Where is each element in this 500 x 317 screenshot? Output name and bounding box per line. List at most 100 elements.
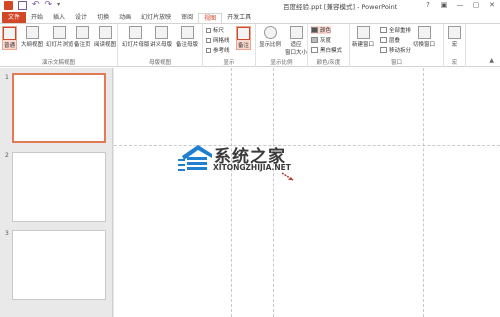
guide-line[interactable] xyxy=(231,68,232,317)
macros-icon xyxy=(448,26,461,39)
redo-icon[interactable]: ↷ xyxy=(45,1,53,10)
color-option-label: 颜色 xyxy=(320,28,332,34)
slide-master-icon xyxy=(129,26,143,39)
notes-label: 备注 xyxy=(237,43,249,49)
gridlines-checkbox[interactable]: 网格线 xyxy=(206,36,230,44)
normal-view-label: 普通 xyxy=(3,43,15,49)
notes-master-button[interactable]: 备注母版 xyxy=(176,26,198,48)
slide-thumbnail[interactable] xyxy=(12,73,106,143)
group-label-window: 窗口 xyxy=(390,60,402,66)
group-label-master-views: 母版视图 xyxy=(148,60,171,66)
black-white-swatch-icon xyxy=(311,47,318,53)
notes-page-button[interactable]: 备注页 xyxy=(74,26,91,48)
workspace: 1 2 3 系统之家 XITONGZHIJIA.NET xyxy=(0,68,500,317)
ribbon-tabs: 文件 开始 插入 设计 切换 动画 幻灯片放映 审阅 视图 开发工具 xyxy=(0,12,500,23)
slide-editor[interactable] xyxy=(114,68,500,317)
group-master-views: 幻灯片母版 讲义母版 备注母版 母版视图 xyxy=(118,24,203,67)
new-window-icon xyxy=(356,26,370,39)
tab-animations[interactable]: 动画 xyxy=(114,13,136,23)
customize-qat-icon[interactable]: ▾ xyxy=(57,1,66,10)
move-split-label: 移动拆分 xyxy=(389,48,412,54)
notes-button[interactable]: 备注 xyxy=(236,26,251,50)
group-label-presentation-views: 演示文稿视图 xyxy=(41,60,75,66)
slide-sorter-button[interactable]: 幻灯片浏览 xyxy=(46,26,74,48)
ruler-checkbox[interactable]: 标尺 xyxy=(206,26,224,34)
grayscale-option-label: 灰度 xyxy=(320,38,332,44)
group-presentation-views: 普通 大纲视图 幻灯片浏览 备注页 阅读视图 演示文稿视图 xyxy=(0,24,118,67)
guides-checkbox[interactable]: 参考线 xyxy=(206,46,230,54)
tab-slideshow[interactable]: 幻灯片放映 xyxy=(136,13,176,23)
black-white-option[interactable]: 黑白模式 xyxy=(311,46,342,54)
guide-line[interactable] xyxy=(423,68,424,317)
grayscale-swatch-icon xyxy=(311,37,318,43)
slide-number: 3 xyxy=(5,230,9,237)
arrange-all-label: 全部重排 xyxy=(389,28,412,34)
guide-line[interactable] xyxy=(273,68,274,317)
window-title: 百度经验.ppt [兼容模式] - PowerPoint xyxy=(283,3,398,11)
macros-button[interactable]: 宏 xyxy=(448,26,461,48)
group-macros: 宏 宏 xyxy=(444,24,466,67)
reading-view-button[interactable]: 阅读视图 xyxy=(94,26,116,48)
ribbon: 普通 大纲视图 幻灯片浏览 备注页 阅读视图 演示文稿视图 幻灯片母版 讲义母版 xyxy=(0,23,500,67)
cascade-icon xyxy=(380,37,387,43)
new-window-button[interactable]: 新建窗口 xyxy=(352,26,374,48)
watermark-url: XITONGZHIJIA.NET xyxy=(213,163,291,172)
close-button[interactable]: ✕ xyxy=(484,0,500,12)
slide-sorter-label: 幻灯片浏览 xyxy=(46,42,74,48)
group-label-color: 颜色/灰度 xyxy=(316,60,341,66)
new-window-label: 新建窗口 xyxy=(352,42,375,48)
group-show: 标尺 网格线 参考线 备注 显示 xyxy=(203,24,256,67)
handout-master-button[interactable]: 讲义母版 xyxy=(150,26,172,48)
outline-view-button[interactable]: 大纲视图 xyxy=(21,26,43,48)
slide-master-button[interactable]: 幻灯片母版 xyxy=(122,26,150,48)
switch-windows-button[interactable]: 切换窗口 xyxy=(413,26,435,48)
help-button[interactable]: ? xyxy=(420,0,436,12)
switch-windows-icon xyxy=(417,26,431,39)
cascade-label: 层叠 xyxy=(389,38,401,44)
grayscale-option[interactable]: 灰度 xyxy=(311,36,331,44)
normal-view-button[interactable]: 普通 xyxy=(2,26,17,50)
reading-view-label: 阅读视图 xyxy=(94,42,117,48)
maximize-button[interactable]: ▢ xyxy=(468,0,484,12)
tab-design[interactable]: 设计 xyxy=(70,13,92,23)
minimize-button[interactable]: — xyxy=(452,0,468,12)
color-option[interactable]: 颜色 xyxy=(311,26,332,34)
zoom-label: 显示比例 xyxy=(259,42,282,48)
undo-icon[interactable]: ↶ xyxy=(32,1,40,10)
slide-thumbnail-pane: 1 2 3 xyxy=(0,68,113,317)
mouse-cursor-icon xyxy=(281,172,294,181)
tab-developer[interactable]: 开发工具 xyxy=(222,13,256,23)
ruler-checkbox-box xyxy=(206,27,211,33)
powerpoint-app-icon[interactable] xyxy=(4,1,13,10)
quick-access-toolbar: ↶ ↷ ▾ xyxy=(4,1,66,10)
gridlines-checkbox-box xyxy=(206,37,211,43)
ribbon-display-button[interactable]: ▣ xyxy=(436,0,452,12)
slide-thumbnail[interactable] xyxy=(12,230,106,300)
tab-transitions[interactable]: 切换 xyxy=(92,13,114,23)
save-icon[interactable] xyxy=(18,1,27,10)
tab-home[interactable]: 开始 xyxy=(26,13,48,23)
slide-thumbnail[interactable] xyxy=(12,152,106,222)
color-swatch-icon xyxy=(311,27,318,33)
magnifier-icon xyxy=(263,26,277,39)
tab-insert[interactable]: 插入 xyxy=(48,13,70,23)
watermark: 系统之家 XITONGZHIJIA.NET xyxy=(178,138,328,180)
switch-windows-label: 切换窗口 xyxy=(413,42,436,48)
notes-master-icon xyxy=(180,26,194,39)
outline-view-icon xyxy=(25,26,39,39)
cascade-option[interactable]: 层叠 xyxy=(380,36,400,44)
notes-icon xyxy=(237,27,250,40)
tab-view[interactable]: 视图 xyxy=(198,13,223,23)
tab-file[interactable]: 文件 xyxy=(2,12,27,23)
fit-to-window-button[interactable]: 适应 窗口大小 xyxy=(285,26,307,56)
group-label-zoom: 显示比例 xyxy=(270,60,293,66)
slide-master-label: 幻灯片母版 xyxy=(122,42,150,48)
arrange-all-option[interactable]: 全部重排 xyxy=(380,26,411,34)
zoom-button[interactable]: 显示比例 xyxy=(259,26,281,48)
tab-review[interactable]: 审阅 xyxy=(176,13,198,23)
normal-view-icon xyxy=(3,27,16,40)
move-split-icon xyxy=(380,47,387,53)
group-window: 新建窗口 全部重排 层叠 移动拆分 切换窗口 窗口 xyxy=(350,24,444,67)
collapse-ribbon-icon[interactable]: ▲ xyxy=(489,57,494,64)
move-split-option[interactable]: 移动拆分 xyxy=(380,46,411,54)
